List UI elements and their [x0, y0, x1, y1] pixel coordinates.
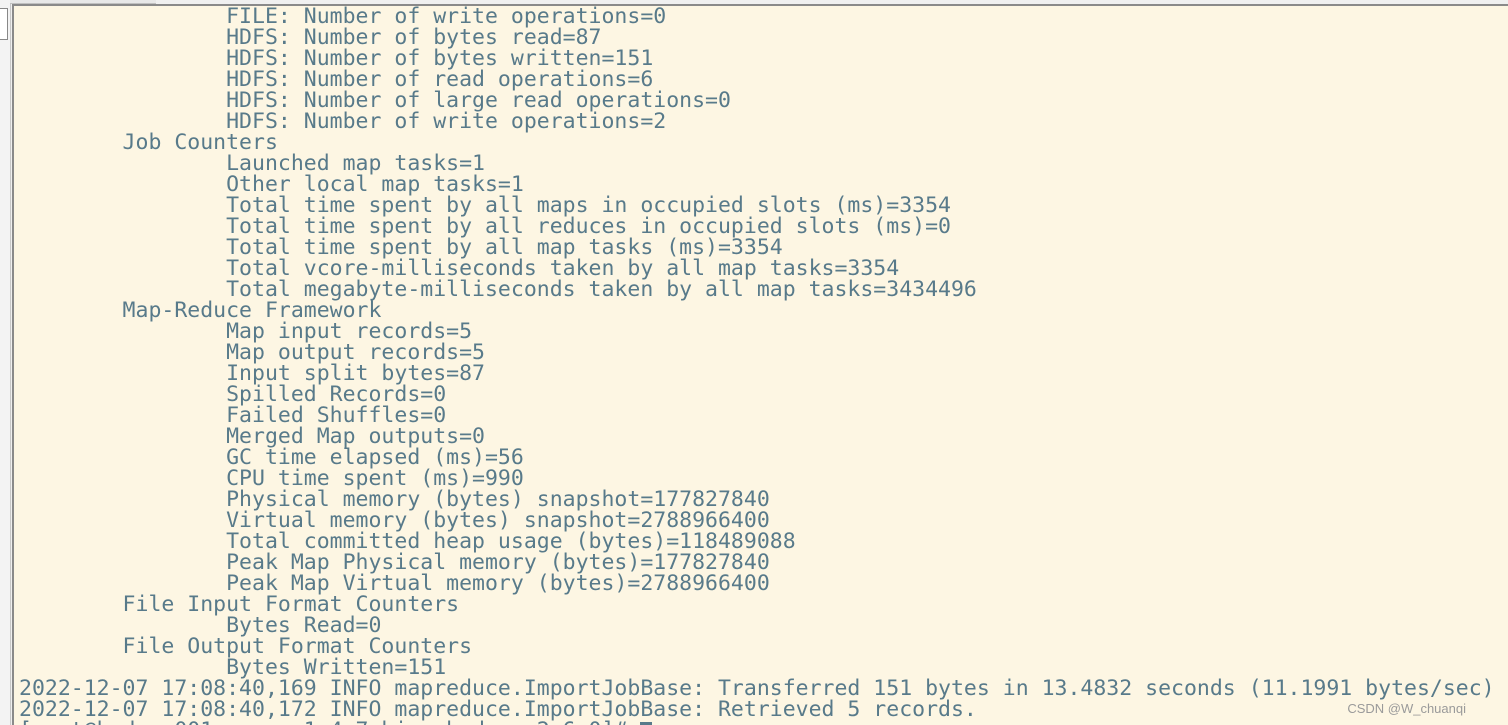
terminal-line: Input split bytes=87	[19, 361, 485, 386]
terminal-line: 2022-12-07 17:08:40,172 INFO mapreduce.I…	[19, 697, 977, 722]
terminal-line: Merged Map outputs=0	[19, 424, 485, 449]
terminal-line: File Output Format Counters	[19, 634, 485, 659]
terminal-line: Total vcore-milliseconds taken by all ma…	[19, 256, 900, 281]
terminal-line: 2022-12-07 17:08:40,169 INFO mapreduce.I…	[19, 676, 1495, 701]
left-panel	[0, 0, 11, 725]
watermark: CSDN @W_chuanqi	[1347, 701, 1466, 716]
terminal-line: Map-Reduce Framework	[19, 298, 382, 323]
terminal-line: Total committed heap usage (bytes)=11848…	[19, 529, 796, 554]
terminal-line: Other local map tasks=1	[19, 172, 524, 197]
terminal-line: Physical memory (bytes) snapshot=1778278…	[19, 487, 770, 512]
prompt-text: [root@hadoop001 sqoop-1.4.7.bin__hadoop-…	[19, 718, 640, 725]
terminal-line: File Input Format Counters	[19, 592, 473, 617]
terminal-output: FILE: Number of write operations=0 HDFS:…	[19, 6, 1495, 725]
terminal-line: Total megabyte-milliseconds taken by all…	[19, 277, 977, 302]
terminal-line: Map input records=5	[19, 319, 473, 344]
terminal-line: Peak Map Virtual memory (bytes)=27889664…	[19, 571, 770, 596]
terminal-line: Spilled Records=0	[19, 382, 447, 407]
terminal-line: Total time spent by all reduces in occup…	[19, 214, 951, 239]
terminal-line: Launched map tasks=1	[19, 151, 485, 176]
terminal-line: FILE: Number of write operations=0	[19, 4, 667, 29]
terminal-line: Total time spent by all map tasks (ms)=3…	[19, 235, 783, 260]
terminal-window[interactable]: FILE: Number of write operations=0 HDFS:…	[12, 4, 1508, 725]
terminal-line: Job Counters	[19, 130, 291, 155]
terminal-line: Bytes Written=151	[19, 655, 447, 680]
terminal-line: GC time elapsed (ms)=56	[19, 445, 524, 470]
terminal-line: Virtual memory (bytes) snapshot=27889664…	[19, 508, 770, 533]
terminal-line: HDFS: Number of bytes written=151	[19, 46, 654, 71]
terminal-line: HDFS: Number of read operations=6	[19, 67, 654, 92]
terminal-line: Total time spent by all maps in occupied…	[19, 193, 951, 218]
terminal-line: Peak Map Physical memory (bytes)=1778278…	[19, 550, 770, 575]
terminal-line: Failed Shuffles=0	[19, 403, 447, 428]
terminal-line: Bytes Read=0	[19, 613, 382, 638]
terminal-line: Map output records=5	[19, 340, 485, 365]
terminal-line: CPU time spent (ms)=990	[19, 466, 524, 491]
panel-tab[interactable]	[0, 8, 8, 40]
terminal-line: HDFS: Number of large read operations=0	[19, 88, 731, 113]
terminal-line: HDFS: Number of bytes read=87	[19, 25, 602, 50]
terminal-line: HDFS: Number of write operations=2	[19, 109, 667, 134]
